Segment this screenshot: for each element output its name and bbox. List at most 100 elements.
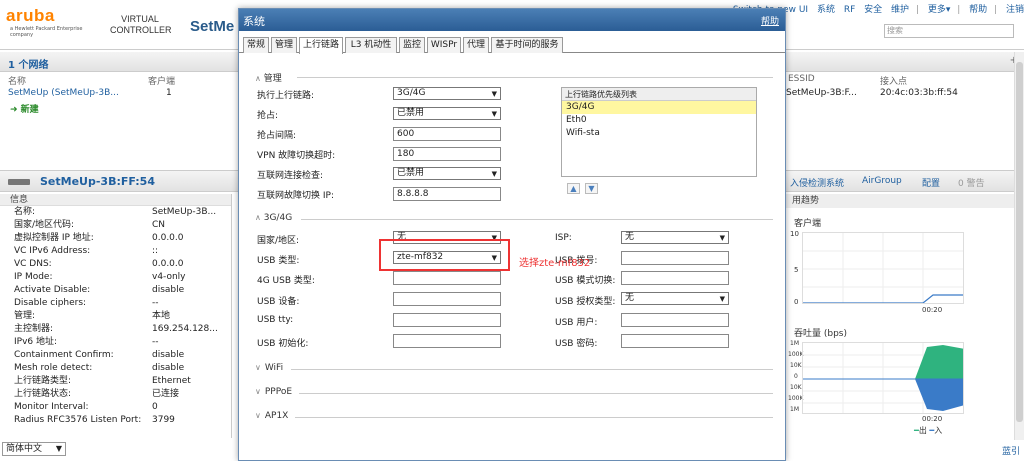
throughput-chart-title: 吞吐量 (bps) <box>794 329 847 339</box>
help-link[interactable]: 帮助 <box>761 14 779 27</box>
ids-link[interactable]: 入侵检测系统 <box>790 176 844 189</box>
tab-proxy[interactable]: 代理 <box>463 37 489 53</box>
priority-item-eth0[interactable]: Eth0 <box>562 114 756 127</box>
tp-y-4: 0 <box>794 373 798 380</box>
nav-help[interactable]: 帮助 <box>969 5 987 15</box>
bottom-right-link[interactable]: 蓝引 <box>1002 444 1020 457</box>
priority-item-wifi-sta[interactable]: Wifi-sta <box>562 127 756 140</box>
throughput-x-label: 00:20 <box>922 415 943 423</box>
vpn-failover-input[interactable]: 180 <box>393 147 501 161</box>
new-network-link[interactable]: ➜ 新建 <box>10 102 39 115</box>
separator: | <box>957 5 961 15</box>
info-row: 上行链路类型: Ethernet <box>0 375 231 388</box>
usb-tty-input[interactable] <box>393 313 501 327</box>
chevron-down-icon: ▼ <box>491 110 497 118</box>
info-value: -- <box>152 337 159 347</box>
col-clients[interactable]: 客户端 <box>148 74 175 87</box>
usb-user-input[interactable] <box>621 313 729 327</box>
usb-dial-input[interactable] <box>621 251 729 265</box>
info-row: VC DNS: 0.0.0.0 <box>0 258 231 271</box>
throughput-chart <box>802 342 964 414</box>
preempt-interval-label: 抢占间隔: <box>257 131 297 141</box>
nav-maintenance[interactable]: 维护 <box>891 5 909 15</box>
tab-time-services[interactable]: 基于时间的服务 <box>491 37 563 53</box>
aruba-logo: aruba a Hewlett Packard Enterprise compa… <box>6 6 90 46</box>
usb4g-type-label: 4G USB 类型: <box>257 276 315 286</box>
network-row-name[interactable]: SetMeUp (SetMeUp-3B... <box>8 88 119 98</box>
tab-l3-mobility[interactable]: L3 机动性 <box>345 37 397 53</box>
tab-general[interactable]: 常规 <box>243 37 269 53</box>
isp-select[interactable]: 无 ▼ <box>621 231 729 244</box>
scrollbar-thumb[interactable] <box>1016 62 1023 422</box>
tab-monitoring[interactable]: 监控 <box>399 37 425 53</box>
info-key: Mesh role detect: <box>14 363 93 373</box>
usb-init-input[interactable] <box>393 334 501 348</box>
info-value: 已连接 <box>152 389 180 399</box>
tp-y-1: 1M <box>790 340 799 347</box>
preempt-interval-input[interactable]: 600 <box>393 127 501 141</box>
usb4g-type-input[interactable] <box>393 271 501 285</box>
annotation-text: 选择zte-mf832 <box>519 258 591 269</box>
isp-value: 无 <box>625 232 635 242</box>
clients-chart <box>802 232 964 304</box>
tab-wispr[interactable]: WISPr <box>427 37 461 53</box>
mgmt-section-title[interactable]: ∧ 管理 <box>255 71 282 84</box>
info-value: 169.254.128... <box>152 324 218 334</box>
info-row: 名称: SetMeUp-3B... <box>0 206 231 219</box>
info-row: 管理: 本地 <box>0 310 231 323</box>
usb-auth-select[interactable]: 无 ▼ <box>621 292 729 305</box>
move-up-icon[interactable]: ▲ <box>567 183 580 194</box>
usb-pass-input[interactable] <box>621 334 729 348</box>
nav-more[interactable]: 更多▾ <box>928 5 951 15</box>
trend-panel: 用趋势 客户端 10 5 0 00:20 吞吐量 (bps) 1M 100K 1… <box>786 194 1024 442</box>
networks-title[interactable]: 1 个网络 <box>8 56 48 71</box>
preempt-select[interactable]: 已禁用 ▼ <box>393 107 501 120</box>
alerts-link[interactable]: 0 警告 <box>958 176 985 189</box>
country-label: 国家/地区: <box>257 236 300 246</box>
usb-init-label: USB 初始化: <box>257 339 309 349</box>
language-select[interactable]: 简体中文 ▼ <box>2 442 66 456</box>
usb-mode-label: USB 模式切换: <box>555 276 616 286</box>
section-pppoe[interactable]: ∨ PPPoE <box>255 387 292 397</box>
uplink-label: 执行上行链路: <box>257 91 315 101</box>
usb-tty-label: USB tty: <box>257 315 294 325</box>
config-link[interactable]: 配置 <box>922 176 940 189</box>
section-wifi[interactable]: ∨ WiFi <box>255 363 283 373</box>
nav-security[interactable]: 安全 <box>864 5 882 15</box>
chevron-down-icon: ▼ <box>55 444 62 453</box>
nav-system[interactable]: 系统 <box>817 5 835 15</box>
section-ap1x[interactable]: ∨ AP1X <box>255 411 288 421</box>
chevron-down-icon: ▼ <box>491 90 497 98</box>
nav-logout[interactable]: 注销 <box>1006 5 1024 15</box>
tab-admin[interactable]: 管理 <box>271 37 297 53</box>
priority-item-3g4g[interactable]: 3G/4G <box>562 101 756 114</box>
device-name[interactable]: SetMeUp-3B:FF:54 <box>40 175 155 188</box>
tab-uplink[interactable]: 上行链路 <box>299 37 343 54</box>
throughput-out-area <box>915 345 963 379</box>
info-value: 0 <box>152 402 158 412</box>
failover-ip-input[interactable]: 8.8.8.8 <box>393 187 501 201</box>
divider <box>291 369 773 370</box>
uplink-select[interactable]: 3G/4G ▼ <box>393 87 501 100</box>
uplink-priority-list[interactable]: 上行链路优先级列表 3G/4G Eth0 Wifi-sta <box>561 87 757 177</box>
chevron-down-icon: ∨ <box>255 411 261 420</box>
move-down-icon[interactable]: ▼ <box>585 183 598 194</box>
usb-auth-label: USB 授权类型: <box>555 297 616 307</box>
usb-mode-input[interactable] <box>621 271 729 285</box>
nav-rf[interactable]: RF <box>844 5 855 15</box>
usb-device-input[interactable] <box>393 292 501 306</box>
section-wifi-label: WiFi <box>264 363 284 373</box>
internet-check-select[interactable]: 已禁用 ▼ <box>393 167 501 180</box>
col-ap[interactable]: 接入点 <box>880 74 907 87</box>
section-3g4g-label: 3G/4G <box>263 213 293 223</box>
tp-y-5: 10K <box>790 384 802 391</box>
col-name[interactable]: 名称 <box>8 74 26 87</box>
info-value: v4-only <box>152 272 186 282</box>
page-scrollbar[interactable] <box>1014 52 1024 440</box>
col-essid[interactable]: ESSID <box>788 74 815 84</box>
network-row-clients: 1 <box>166 88 172 98</box>
airgroup-link[interactable]: AirGroup <box>862 176 902 186</box>
info-key: IPv6 地址: <box>14 337 58 347</box>
search-input[interactable]: 搜索 <box>884 24 1014 38</box>
section-3g4g-title[interactable]: ∧ 3G/4G <box>255 213 292 223</box>
